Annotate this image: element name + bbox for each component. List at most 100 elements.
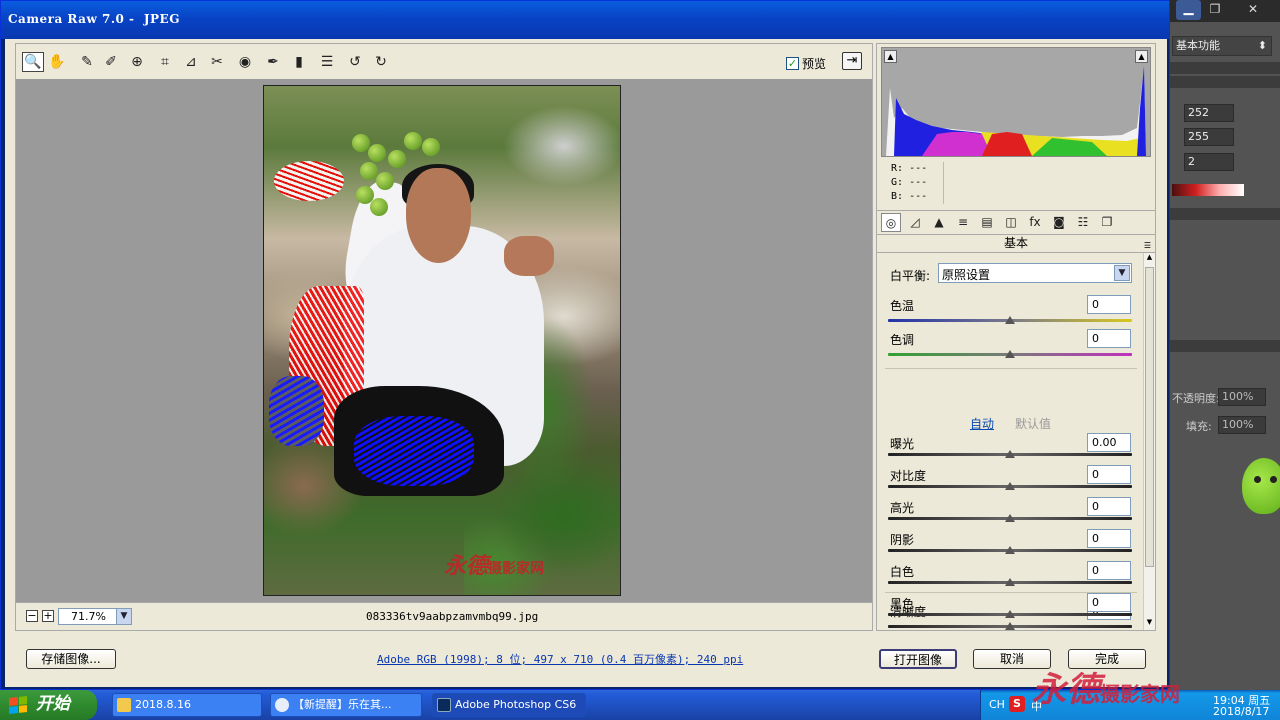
ps-value-1[interactable]: 252 [1184, 104, 1234, 122]
crop-icon[interactable]: ⌗ [154, 52, 176, 72]
slider-label: 高光 [890, 501, 915, 515]
start-button[interactable]: 开始 [0, 690, 97, 720]
temperature-slider-handle[interactable] [1005, 316, 1015, 324]
brush-icon[interactable]: ✒ [262, 52, 284, 72]
folder-icon [117, 698, 131, 712]
workspace-select[interactable]: 基本功能 ⬍ [1172, 36, 1272, 56]
minimize-icon[interactable]: ▁ [1176, 0, 1201, 20]
histogram-area: ▲ ▲ R: --- G: --- B: --- [876, 43, 1156, 211]
camera-raw-body: ✓ 预览 ⇥ 🔍 ✋ ✎ ✐ ⊕ ⌗ ⊿ ✂ ◉ ✒ ▮ ☰ ↺ ↻ 永德摄影家… [5, 39, 1167, 687]
slider-handle[interactable] [1005, 450, 1015, 458]
ps-value-2[interactable]: 255 [1184, 128, 1234, 146]
maximize-icon[interactable]: ❐ [1204, 2, 1226, 18]
target-icon[interactable]: ⊕ [126, 52, 148, 72]
zoom-out-button[interactable]: − [26, 610, 38, 622]
presets-icon[interactable]: ☷ [1073, 213, 1093, 232]
rotate-right-icon[interactable]: ↻ [370, 52, 392, 72]
tint-input[interactable]: 0 [1087, 329, 1131, 348]
spot-removal-icon[interactable]: ✂ [206, 52, 228, 72]
title-bar[interactable]: Camera Raw 7.0 - JPEG [1, 1, 1169, 39]
photoshop-icon [437, 698, 451, 712]
tint-slider-handle[interactable] [1005, 350, 1015, 358]
preview-image[interactable]: 永德摄影家网 [263, 85, 621, 596]
auto-link[interactable]: 自动 [970, 415, 994, 432]
split-toning-icon[interactable]: ▤ [977, 213, 997, 232]
slider-input[interactable]: 0 [1087, 593, 1131, 612]
shadow-clipping-warning [354, 416, 474, 486]
slider-input[interactable]: 0 [1087, 529, 1131, 548]
zoom-in-button[interactable]: + [42, 610, 54, 622]
panel-menu-icon[interactable]: ☰ [1144, 238, 1151, 254]
rgb-readout: R: --- G: --- B: --- [891, 163, 928, 202]
slider-handle[interactable] [1005, 482, 1015, 490]
zoom-bar: − + 71.7% ▼ 083336tv9aabpzamvmbq99.jpg [15, 603, 873, 631]
slider-handle[interactable] [1005, 610, 1015, 618]
panel-tabs: ◎ ◿ ▲ ≡ ▤ ◫ fx ◙ ☷ ❐ [876, 211, 1156, 235]
slider-label: 阴影 [890, 533, 915, 547]
slider-input[interactable]: 0 [1087, 497, 1131, 516]
slider-handle[interactable] [1005, 546, 1015, 554]
slider-input[interactable]: 0.00 [1087, 433, 1131, 452]
chevron-down-icon: ▼ [1114, 265, 1130, 281]
slider-label: 黑色 [890, 597, 915, 611]
ps-value-3[interactable]: 2 [1184, 153, 1234, 171]
slider-handle[interactable] [1005, 514, 1015, 522]
zoom-level-select[interactable]: 71.7% ▼ [58, 608, 132, 625]
slider-handle[interactable] [1005, 578, 1015, 586]
clarity-slider-handle[interactable] [1005, 622, 1015, 630]
slider-input[interactable]: 0 [1087, 561, 1131, 580]
sampler-icon[interactable]: ✐ [100, 52, 122, 72]
save-image-button[interactable]: 存储图像... [26, 649, 116, 669]
opacity-label: 不透明度: [1172, 392, 1220, 405]
photoshop-background: ▁ ❐ ✕ 基本功能 ⬍ 252 255 2 不透明度: 100% 填充: 10… [1170, 0, 1280, 690]
clock-date: 2018/8/17 [1213, 705, 1270, 718]
window-title: Camera Raw 7.0 - JPEG [8, 12, 180, 26]
task-photoshop[interactable]: Adobe Photoshop CS6 [432, 693, 586, 717]
magnifier-icon[interactable]: 🔍 [22, 52, 44, 72]
opacity-field[interactable]: 100% [1218, 388, 1266, 406]
eyedropper-icon[interactable]: ✎ [76, 52, 98, 72]
camera-icon[interactable]: ◙ [1049, 213, 1069, 232]
panel-scrollbar[interactable]: ▲ ▼ [1143, 253, 1155, 630]
red-eye-icon[interactable]: ◉ [234, 52, 256, 72]
preview-checkbox[interactable]: ✓ 预览 [786, 55, 826, 72]
close-icon[interactable]: ✕ [1242, 2, 1264, 18]
image-canvas[interactable]: 永德摄影家网 [15, 79, 873, 603]
curve-icon[interactable]: ◿ [905, 213, 925, 232]
snapshots-icon[interactable]: ❐ [1097, 213, 1117, 232]
list-icon[interactable]: ☰ [316, 52, 338, 72]
filename-label: 083336tv9aabpzamvmbq99.jpg [366, 610, 539, 623]
histogram: ▲ ▲ [881, 47, 1151, 157]
white-balance-select[interactable]: 原照设置 ▼ [938, 263, 1132, 283]
task-browser[interactable]: 【新提醒】乐在其... [270, 693, 422, 717]
camera-raw-window: Camera Raw 7.0 - JPEG ✓ 预览 ⇥ 🔍 ✋ ✎ ✐ ⊕ ⌗ ⊿ ✂ ◉ ✒ ▮… [0, 0, 1170, 690]
straighten-icon[interactable]: ⊿ [180, 52, 202, 72]
workflow-options-link[interactable]: Adobe RGB (1998); 8 位; 497 x 710 (0.4 百万… [377, 651, 743, 667]
hand-icon[interactable]: ✋ [46, 52, 68, 72]
hsl-icon[interactable]: ≡ [953, 213, 973, 232]
shadow-clipping-toggle[interactable]: ▲ [884, 50, 897, 63]
graduated-filter-icon[interactable]: ▮ [288, 52, 310, 72]
lens-icon[interactable]: ◫ [1001, 213, 1021, 232]
desktop-watermark: 永德摄影家网 [1032, 670, 1180, 710]
photo-watermark: 永德摄影家网 [444, 553, 545, 579]
sogou-icon[interactable]: S [1009, 696, 1025, 712]
default-link[interactable]: 默认值 [1015, 415, 1051, 432]
fullscreen-toggle-icon[interactable]: ⇥ [842, 52, 862, 70]
temperature-input[interactable]: 0 [1087, 295, 1131, 314]
slider-label: 白色 [890, 565, 915, 579]
color-ramp[interactable] [1172, 184, 1244, 196]
windows-logo-icon [9, 696, 27, 714]
language-indicator[interactable]: CH [989, 698, 1005, 711]
fill-field[interactable]: 100% [1218, 416, 1266, 434]
histogram-graph [886, 66, 1146, 156]
task-folder[interactable]: 2018.8.16 [112, 693, 262, 717]
aperture-icon[interactable]: ◎ [881, 213, 901, 232]
checkmark-icon: ✓ [786, 57, 799, 70]
highlight-clipping-toggle[interactable]: ▲ [1135, 50, 1148, 63]
rotate-left-icon[interactable]: ↺ [344, 52, 366, 72]
open-image-button[interactable]: 打开图像 [879, 649, 957, 669]
slider-input[interactable]: 0 [1087, 465, 1131, 484]
detail-icon[interactable]: ▲ [929, 213, 949, 232]
fx-icon[interactable]: fx [1025, 213, 1045, 232]
